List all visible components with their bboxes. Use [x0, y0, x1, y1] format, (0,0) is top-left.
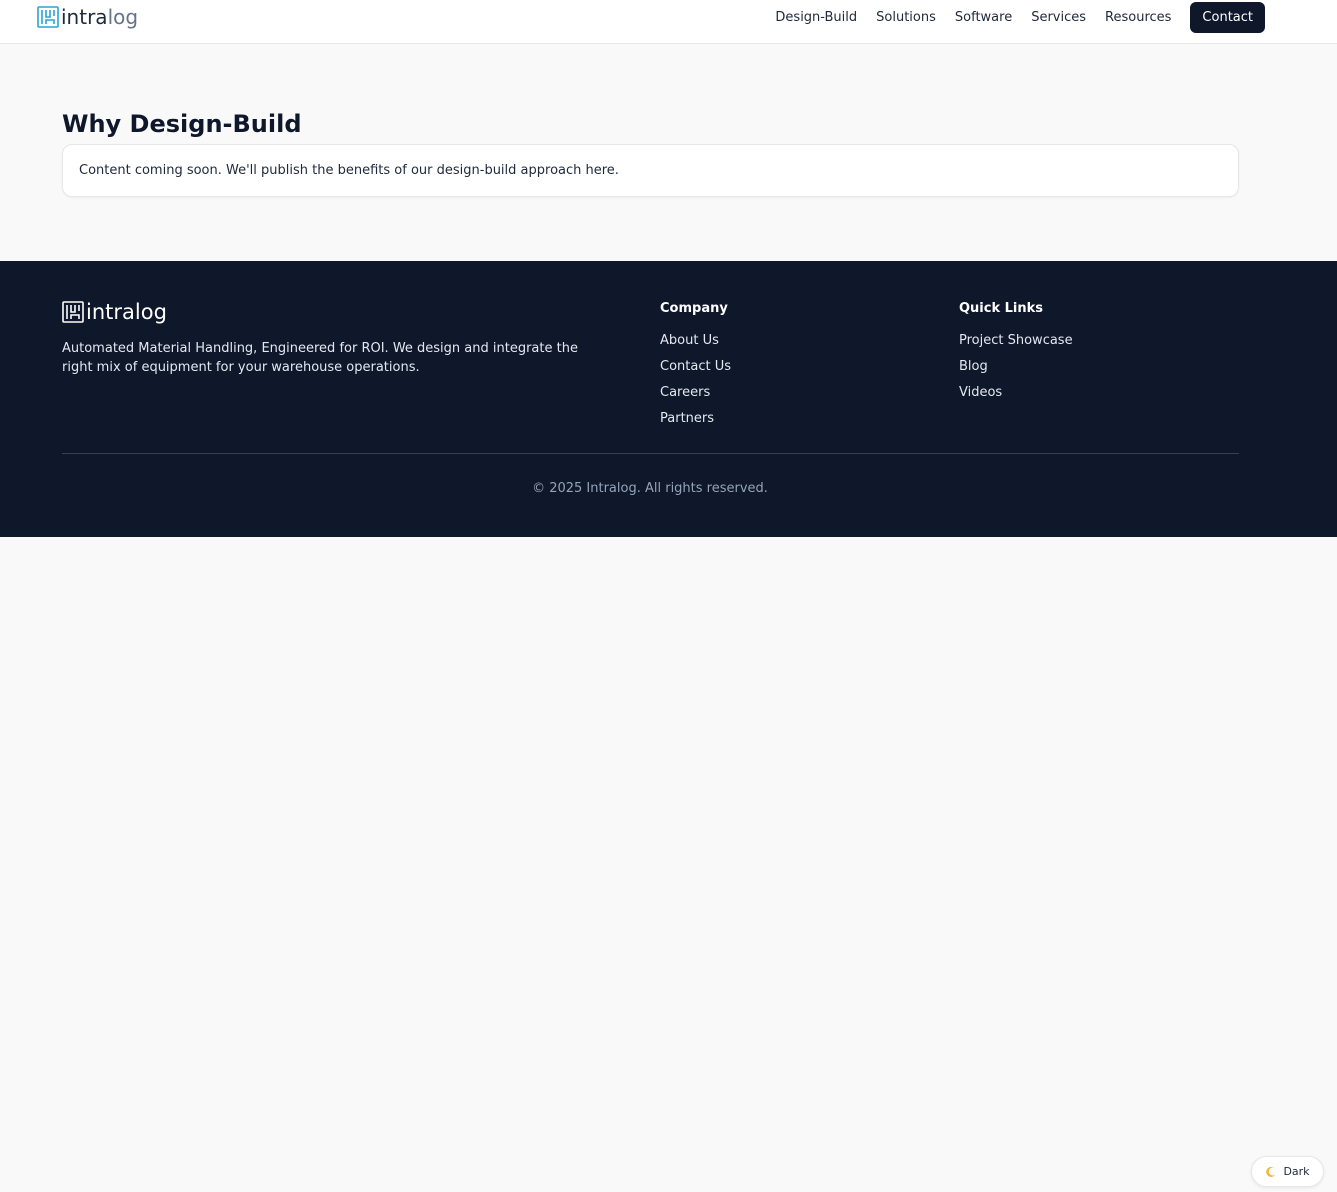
- footer-divider: [62, 453, 1239, 454]
- logo-mark-icon: [37, 6, 59, 28]
- footer-logo[interactable]: intralog: [62, 299, 167, 325]
- theme-toggle-label: Dark: [1283, 1165, 1310, 1178]
- footer-link-videos[interactable]: Videos: [959, 385, 1073, 401]
- logo-text: intralog: [61, 5, 139, 29]
- footer-logo-mark-icon: [62, 301, 84, 323]
- nav-solutions[interactable]: Solutions: [876, 10, 936, 25]
- footer-copyright: © 2025 Intralog. All rights reserved.: [532, 481, 768, 496]
- nav-resources[interactable]: Resources: [1105, 10, 1171, 25]
- nav-software[interactable]: Software: [955, 10, 1012, 25]
- footer-logo-text: intralog: [86, 300, 167, 324]
- footer-company-column: Company About Us Contact Us Careers Part…: [660, 301, 731, 427]
- nav-services[interactable]: Services: [1031, 10, 1086, 25]
- content-card: Content coming soon. We'll publish the b…: [62, 144, 1239, 197]
- footer-quick-links-column: Quick Links Project Showcase Blog Videos: [959, 301, 1073, 401]
- main-nav: Design-Build Solutions Software Services…: [775, 2, 1265, 33]
- footer-description: Automated Material Handling, Engineered …: [62, 341, 578, 375]
- footer-link-contact-us[interactable]: Contact Us: [660, 359, 731, 375]
- footer-company-heading: Company: [660, 301, 728, 316]
- nav-design-build[interactable]: Design-Build: [775, 10, 857, 25]
- footer-link-blog[interactable]: Blog: [959, 359, 1073, 375]
- intralog-logo[interactable]: intralog: [37, 5, 138, 29]
- footer-link-partners[interactable]: Partners: [660, 411, 731, 427]
- footer-quick-links-heading: Quick Links: [959, 301, 1044, 316]
- site-header: intralog Design-Build Solutions Software…: [0, 0, 1337, 44]
- theme-toggle-button[interactable]: Dark: [1251, 1156, 1324, 1187]
- footer-link-careers[interactable]: Careers: [660, 385, 731, 401]
- footer-link-about-us[interactable]: About Us: [660, 333, 731, 349]
- site-footer: intralog Automated Material Handling, En…: [0, 261, 1337, 537]
- footer-link-project-showcase[interactable]: Project Showcase: [959, 333, 1073, 349]
- card-text: Content coming soon. We'll publish the b…: [79, 163, 619, 178]
- page-title: Why Design-Build: [62, 110, 302, 138]
- contact-button[interactable]: Contact: [1190, 2, 1265, 33]
- moon-icon: [1266, 1166, 1276, 1177]
